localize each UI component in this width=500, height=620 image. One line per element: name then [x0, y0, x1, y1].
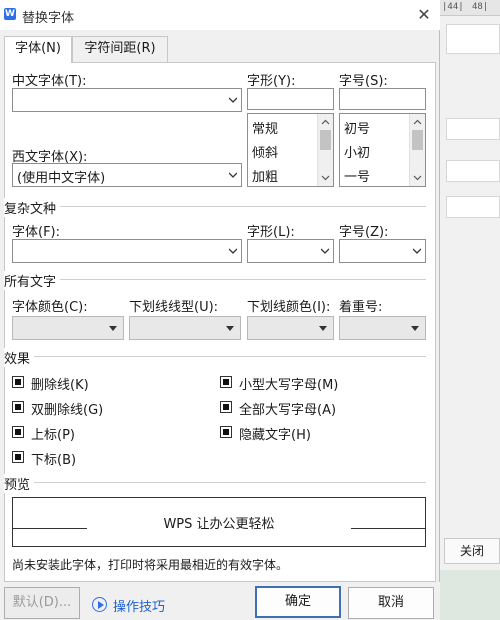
section-divider	[32, 482, 426, 483]
emphasis-mark-label: 着重号:	[339, 300, 383, 315]
section-divider	[56, 206, 426, 207]
small-caps-checkbox[interactable]	[220, 376, 232, 388]
section-divider	[32, 356, 426, 357]
double-strikethrough-label[interactable]: 双删除线(G)	[31, 399, 103, 418]
chevron-down-icon[interactable]	[413, 173, 422, 182]
underline-type-label: 下划线线型(U):	[129, 300, 219, 315]
complex-script-section-title: 复杂文种	[4, 198, 61, 217]
strikethrough-label[interactable]: 删除线(K)	[31, 374, 89, 393]
style-option-bold[interactable]: 加粗	[252, 166, 278, 185]
font-color-label: 字体颜色(C):	[12, 300, 88, 315]
background-panel	[446, 160, 500, 182]
background-panel	[446, 118, 500, 140]
chevron-up-icon[interactable]	[413, 118, 422, 127]
dropdown-arrow-icon	[226, 326, 234, 331]
dropdown-arrow-icon	[109, 326, 117, 331]
style-list[interactable]: 常规 倾斜 加粗	[247, 113, 334, 187]
chevron-up-icon[interactable]	[321, 118, 330, 127]
wps-writer-icon: W	[4, 8, 16, 20]
double-strikethrough-checkbox[interactable]	[12, 401, 24, 413]
dropdown-arrow-icon	[411, 326, 419, 331]
close-icon[interactable]: ✕	[413, 4, 435, 26]
all-text-section-title: 所有文字	[4, 271, 61, 290]
style-label: 字形(Y):	[247, 74, 296, 89]
ruler-mark: 48|	[472, 2, 489, 12]
underline-color-label: 下划线颜色(I):	[247, 300, 331, 315]
small-caps-label[interactable]: 小型大写字母(M)	[239, 374, 338, 393]
size-list-scrollbar[interactable]	[409, 114, 425, 186]
section-divider	[56, 279, 426, 280]
background-close-button[interactable]: 关闭	[444, 538, 500, 564]
superscript-checkbox[interactable]	[12, 426, 24, 438]
all-caps-checkbox[interactable]	[220, 401, 232, 413]
play-circle-icon[interactable]	[92, 597, 107, 612]
chevron-down-icon[interactable]	[321, 173, 330, 182]
font-not-installed-notice: 尚未安装此字体，打印时将采用最相近的有效字体。	[12, 558, 289, 572]
operation-tips-link[interactable]: 操作技巧	[113, 596, 165, 615]
strikethrough-checkbox[interactable]	[12, 376, 24, 388]
superscript-label[interactable]: 上标(P)	[31, 424, 75, 443]
font-preview-box: WPS 让办公更轻松	[12, 497, 426, 547]
chinese-font-combo[interactable]	[12, 88, 242, 112]
hidden-text-label[interactable]: 隐藏文字(H)	[239, 424, 311, 443]
complex-font-combo[interactable]	[12, 239, 242, 263]
subscript-checkbox[interactable]	[12, 451, 24, 463]
background-panel	[446, 24, 500, 54]
western-font-combo[interactable]: (使用中文字体)	[12, 163, 242, 187]
background-status-strip	[440, 570, 500, 620]
chinese-font-label: 中文字体(T):	[12, 74, 87, 89]
style-input[interactable]	[247, 88, 334, 110]
size-option-yihao[interactable]: 一号	[344, 166, 370, 185]
size-option-chuhao[interactable]: 初号	[344, 118, 370, 137]
dialog-title: 替换字体	[22, 11, 75, 26]
size-input[interactable]	[339, 88, 426, 110]
tab-character-spacing[interactable]: 字符间距(R)	[72, 36, 168, 62]
chevron-down-icon	[229, 248, 237, 254]
emphasis-mark-combo[interactable]	[339, 316, 426, 340]
ruler-mark: |44|	[442, 2, 464, 12]
cancel-button[interactable]: 取消	[348, 587, 434, 619]
chevron-down-icon	[229, 172, 237, 178]
size-list[interactable]: 初号 小初 一号	[339, 113, 426, 187]
style-option-italic[interactable]: 倾斜	[252, 142, 278, 161]
all-caps-label[interactable]: 全部大写字母(A)	[239, 399, 336, 418]
complex-style-combo[interactable]	[247, 239, 334, 263]
chevron-down-icon	[321, 248, 329, 254]
background-panel	[446, 196, 500, 218]
background-app	[440, 0, 500, 620]
font-color-combo[interactable]	[12, 316, 124, 340]
hidden-text-checkbox[interactable]	[220, 426, 232, 438]
complex-size-combo[interactable]	[339, 239, 426, 263]
background-ruler: |44| 48|	[440, 0, 500, 16]
complex-style-label: 字形(L):	[247, 225, 295, 240]
default-button[interactable]: 默认(D)...	[4, 587, 80, 619]
preview-sample-text: WPS 让办公更轻松	[163, 517, 275, 532]
chevron-down-icon	[229, 97, 237, 103]
style-option-regular[interactable]: 常规	[252, 118, 278, 137]
size-label: 字号(S):	[339, 74, 388, 89]
scrollbar-thumb[interactable]	[412, 130, 423, 150]
style-list-scrollbar[interactable]	[317, 114, 333, 186]
tab-font[interactable]: 字体(N)	[4, 36, 72, 63]
complex-font-label: 字体(F):	[12, 225, 61, 240]
preview-section-title: 预览	[4, 474, 35, 493]
chevron-down-icon	[413, 248, 421, 254]
complex-size-label: 字号(Z):	[339, 225, 389, 240]
underline-color-combo[interactable]	[247, 316, 334, 340]
subscript-label[interactable]: 下标(B)	[31, 449, 76, 468]
underline-type-combo[interactable]	[129, 316, 241, 340]
dropdown-arrow-icon	[319, 326, 327, 331]
ok-button[interactable]: 确定	[255, 586, 341, 618]
effects-section-title: 效果	[4, 348, 35, 367]
scrollbar-thumb[interactable]	[320, 130, 331, 150]
western-font-value: (使用中文字体)	[17, 171, 106, 186]
size-option-xiaochu[interactable]: 小初	[344, 142, 370, 161]
